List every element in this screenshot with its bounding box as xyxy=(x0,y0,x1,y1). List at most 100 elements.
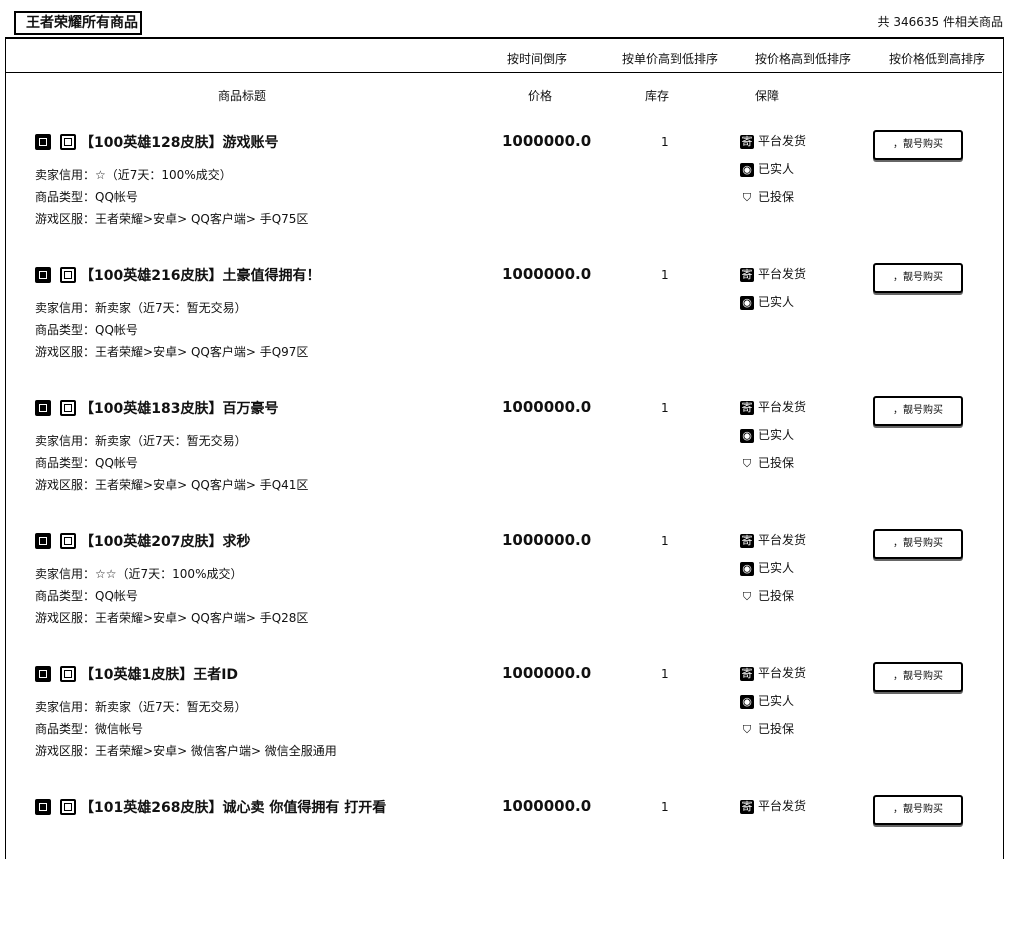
product-price: 1000000.0 xyxy=(502,797,592,815)
tag-icon xyxy=(35,533,51,549)
product-title-link[interactable]: 【10英雄1皮肤】王者ID xyxy=(80,664,238,684)
seller-credit-value: 新卖家（近7天：暂无交易） xyxy=(95,700,247,714)
product-title-link[interactable]: 【100英雄128皮肤】游戏账号 xyxy=(80,132,278,152)
sort-price-low-high[interactable]: 按价格低到高排序 xyxy=(889,50,985,67)
guarantee-insured: ⛉ 已投保 xyxy=(740,587,794,604)
product-price: 1000000.0 xyxy=(502,132,592,150)
guarantee-platform: 寄平台发货 xyxy=(740,664,806,681)
rating-stars-icon: ☆☆ xyxy=(95,567,117,581)
game-server: 游戏区服：王者荣耀>安卓> 微信客户端> 微信全服通用 xyxy=(35,742,337,759)
image-icon xyxy=(60,666,76,682)
total-count: 共 346635 件相关商品 xyxy=(877,15,1003,29)
seller-credit: 卖家信用：新卖家（近7天：暂无交易） xyxy=(35,432,247,449)
seller-credit-value: 新卖家（近7天：暂无交易） xyxy=(95,434,247,448)
sort-bar: 按时间倒序 按单价高到低排序 按价格高到低排序 按价格低到高排序 xyxy=(5,48,1002,73)
product-price: 1000000.0 xyxy=(502,265,592,283)
product-row: 【100英雄183皮肤】百万豪号 1000000.0 1 卖家信用：新卖家（近7… xyxy=(0,396,1009,529)
buy-button[interactable]: ，靓号购买 xyxy=(873,130,963,160)
product-price: 1000000.0 xyxy=(502,398,592,416)
column-price-header: 价格 xyxy=(528,89,553,103)
guarantee-platform: 寄平台发货 xyxy=(740,398,806,415)
seller-credit-label: 卖家信用： xyxy=(35,567,96,581)
guarantee-insured-label: 已投保 xyxy=(758,456,795,470)
verified-person-icon: ◉ xyxy=(740,428,754,443)
product-row: 【101英雄268皮肤】诚心卖 你值得拥有 打开看 1000000.0 1 寄平… xyxy=(0,795,1009,928)
product-price: 1000000.0 xyxy=(502,664,592,682)
buy-button[interactable]: ，靓号购买 xyxy=(873,263,963,293)
product-type-label: 商品类型： xyxy=(35,323,96,337)
game-server-label: 游戏区服： xyxy=(35,212,96,226)
shield-check-icon: ⛉ xyxy=(742,589,752,603)
guarantee-platform: 寄平台发货 xyxy=(740,265,806,282)
game-server-value: 王者荣耀>安卓> QQ客户端> 手Q28区 xyxy=(95,611,309,625)
product-title-link[interactable]: 【100英雄183皮肤】百万豪号 xyxy=(80,398,278,418)
guarantee-platform-label: 平台发货 xyxy=(758,134,807,148)
product-title-link[interactable]: 【100英雄216皮肤】土豪值得拥有！ xyxy=(80,265,320,285)
product-stock: 1 xyxy=(661,667,669,681)
product-type-label: 商品类型： xyxy=(35,190,96,204)
guarantee-insured: ⛉ 已投保 xyxy=(740,454,794,471)
shield-check-icon: ⛉ xyxy=(742,190,752,204)
image-icon xyxy=(60,799,76,815)
product-type-value: QQ帐号 xyxy=(95,456,138,470)
page-title: 王者荣耀所有商品 xyxy=(14,11,142,35)
sort-by-time[interactable]: 按时间倒序 xyxy=(507,50,567,67)
buy-button[interactable]: ，靓号购买 xyxy=(873,795,963,825)
guarantee-verified-label: 已实人 xyxy=(758,295,795,309)
product-type-value: 微信帐号 xyxy=(95,722,144,736)
product-stock: 1 xyxy=(661,135,669,149)
product-stock: 1 xyxy=(661,800,669,814)
game-server-value: 王者荣耀>安卓> QQ客户端> 手Q41区 xyxy=(95,478,309,492)
guarantee-platform-label: 平台发货 xyxy=(758,267,807,281)
game-server: 游戏区服：王者荣耀>安卓> QQ客户端> 手Q75区 xyxy=(35,210,308,227)
game-server-label: 游戏区服： xyxy=(35,744,96,758)
sort-price-high-low[interactable]: 按价格高到低排序 xyxy=(755,50,851,67)
guarantee-verified-label: 已实人 xyxy=(758,561,795,575)
guarantee-insured: ⛉ 已投保 xyxy=(740,720,794,737)
verified-person-icon: ◉ xyxy=(740,162,754,177)
image-icon xyxy=(60,400,76,416)
product-row: 【100英雄128皮肤】游戏账号 1000000.0 1 卖家信用：☆（近7天：… xyxy=(0,130,1009,263)
product-stock: 1 xyxy=(661,401,669,415)
tag-icon xyxy=(35,267,51,283)
tag-icon xyxy=(35,134,51,150)
guarantee-insured-label: 已投保 xyxy=(758,722,795,736)
seller-credit: 卖家信用：新卖家（近7天：暂无交易） xyxy=(35,299,247,316)
rating-stars-icon: ☆ xyxy=(95,168,106,182)
guarantee-platform: 寄平台发货 xyxy=(740,531,806,548)
product-title-link[interactable]: 【101英雄268皮肤】诚心卖 你值得拥有 打开看 xyxy=(80,797,386,817)
product-type-value: QQ帐号 xyxy=(95,323,138,337)
guarantee-verified-label: 已实人 xyxy=(758,694,795,708)
guarantee-verified: ◉ 已实人 xyxy=(740,559,794,576)
image-icon xyxy=(60,533,76,549)
seller-credit-value: 新卖家（近7天：暂无交易） xyxy=(95,301,247,315)
column-guarantee-header: 保障 xyxy=(755,89,780,103)
seller-credit-label: 卖家信用： xyxy=(35,434,96,448)
seller-credit-label: 卖家信用： xyxy=(35,301,96,315)
game-server: 游戏区服：王者荣耀>安卓> QQ客户端> 手Q41区 xyxy=(35,476,308,493)
seller-credit-value: （近7天：100%成交） xyxy=(116,567,243,581)
buy-button[interactable]: ，靓号购买 xyxy=(873,529,963,559)
game-server-value: 王者荣耀>安卓> QQ客户端> 手Q97区 xyxy=(95,345,309,359)
tag-icon xyxy=(35,799,51,815)
buy-button[interactable]: ，靓号购买 xyxy=(873,396,963,426)
product-title-link[interactable]: 【100英雄207皮肤】求秒 xyxy=(80,531,250,551)
game-server-value: 王者荣耀>安卓> 微信客户端> 微信全服通用 xyxy=(95,744,337,758)
product-row: 【10英雄1皮肤】王者ID 1000000.0 1 卖家信用：新卖家（近7天：暂… xyxy=(0,662,1009,795)
product-type: 商品类型：微信帐号 xyxy=(35,720,143,737)
guarantee-insured-label: 已投保 xyxy=(758,589,795,603)
buy-button[interactable]: ，靓号购买 xyxy=(873,662,963,692)
verified-person-icon: ◉ xyxy=(740,295,754,310)
platform-ship-icon: 寄 xyxy=(740,666,754,681)
seller-credit-value: （近7天：100%成交） xyxy=(105,168,232,182)
guarantee-verified-label: 已实人 xyxy=(758,428,795,442)
guarantee-verified: ◉ 已实人 xyxy=(740,426,794,443)
product-price: 1000000.0 xyxy=(502,531,592,549)
product-type-label: 商品类型： xyxy=(35,456,96,470)
sort-by-unit-price[interactable]: 按单价高到低排序 xyxy=(622,50,718,67)
guarantee-platform-label: 平台发货 xyxy=(758,666,807,680)
guarantee-platform-label: 平台发货 xyxy=(758,799,807,813)
guarantee-verified: ◉ 已实人 xyxy=(740,160,794,177)
tag-icon xyxy=(35,400,51,416)
guarantee-platform: 寄平台发货 xyxy=(740,797,806,814)
